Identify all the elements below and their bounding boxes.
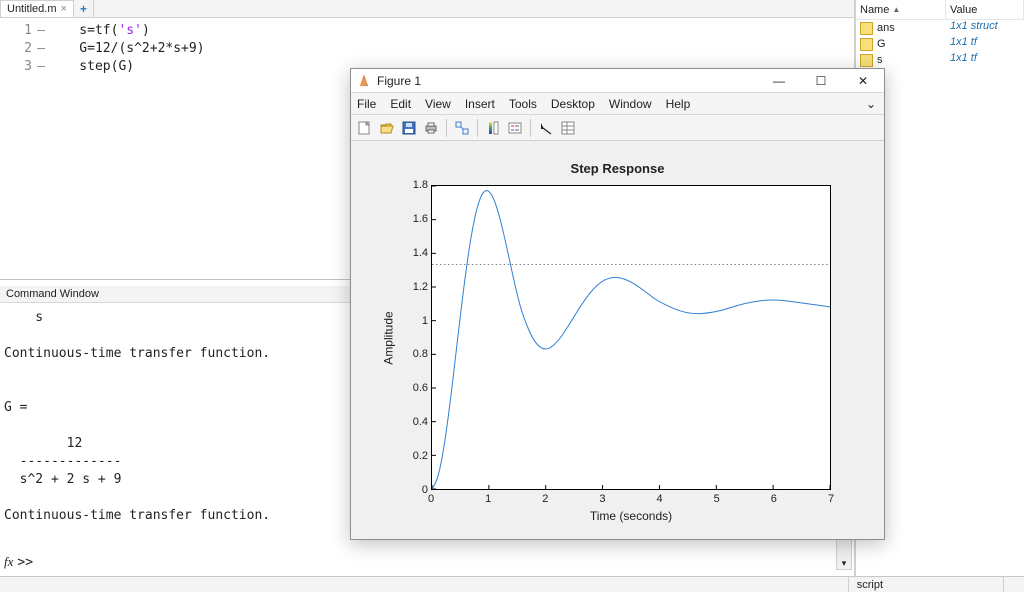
minimize-button[interactable]: — xyxy=(758,69,800,93)
menu-view[interactable]: View xyxy=(425,97,451,111)
y-tick-label: 0.6 xyxy=(413,382,428,394)
menu-window[interactable]: Window xyxy=(609,97,652,111)
line-number: 2 xyxy=(0,40,32,58)
sort-asc-icon: ▲ xyxy=(892,5,900,14)
x-tick-label: 4 xyxy=(657,493,663,505)
workspace-header: Name ▲ Value xyxy=(856,0,1024,20)
variable-name: ans xyxy=(877,22,895,34)
x-tick-label: 0 xyxy=(428,493,434,505)
y-tick-label: 1 xyxy=(422,315,428,327)
code-line[interactable]: s=tf('s') xyxy=(48,22,854,40)
editor-tab-label: Untitled.m xyxy=(7,3,57,15)
insert-colorbar-icon[interactable] xyxy=(483,118,503,138)
prompt-chevrons: >> xyxy=(17,555,33,570)
line-number: 3 xyxy=(0,58,32,76)
open-icon[interactable] xyxy=(377,118,397,138)
figure-titlebar[interactable]: Figure 1 — ☐ ✕ xyxy=(351,69,884,93)
y-axis-label: Amplitude xyxy=(381,185,397,490)
figure-canvas: Step Response Amplitude 0 0.2 0.4 0.6 0.8 1 1.… xyxy=(351,141,884,539)
save-icon[interactable] xyxy=(399,118,419,138)
figure-title: Figure 1 xyxy=(377,74,758,88)
toolbar-separator xyxy=(530,119,531,137)
toolbar-separator xyxy=(446,119,447,137)
toolbar-separator xyxy=(477,119,478,137)
workspace-row[interactable]: ans 1x1 struct xyxy=(856,20,1024,36)
figure-dropdown-icon[interactable]: ⌄ xyxy=(866,97,878,111)
menu-desktop[interactable]: Desktop xyxy=(551,97,595,111)
figure-menubar: File Edit View Insert Tools Desktop Window Help… xyxy=(351,93,884,115)
scroll-down-icon[interactable]: ▾ xyxy=(842,558,847,569)
x-tick-label: 3 xyxy=(599,493,605,505)
breakpoint-gutter[interactable]: – xyxy=(34,58,48,76)
close-tab-icon[interactable]: × xyxy=(61,3,67,15)
fx-icon: fx xyxy=(4,554,13,570)
new-tab-button[interactable]: + xyxy=(74,0,94,17)
variable-value: 1x1 tf xyxy=(946,36,1024,52)
link-axes-icon[interactable] xyxy=(452,118,472,138)
x-tick-label: 2 xyxy=(542,493,548,505)
figure-window[interactable]: Figure 1 — ☐ ✕ File Edit View Insert Tools De… xyxy=(350,68,885,540)
workspace-row[interactable]: G 1x1 tf xyxy=(856,36,1024,52)
workspace-col-value[interactable]: Value xyxy=(946,0,1024,19)
variable-name: G xyxy=(877,38,886,50)
edit-plot-icon[interactable] xyxy=(536,118,556,138)
workspace-col-name[interactable]: Name ▲ xyxy=(856,0,946,19)
status-bar: script xyxy=(0,576,1024,592)
status-mode: script xyxy=(848,577,1004,592)
editor-tabstrip: Untitled.m × + xyxy=(0,0,854,18)
maximize-button[interactable]: ☐ xyxy=(800,69,842,93)
editor-tab[interactable]: Untitled.m × xyxy=(0,0,74,17)
matlab-logo-icon xyxy=(357,74,371,88)
figure-toolbar xyxy=(351,115,884,141)
breakpoint-gutter[interactable]: – xyxy=(34,40,48,58)
y-tick-label: 1.4 xyxy=(413,247,428,259)
y-tick-label: 0.2 xyxy=(413,450,428,462)
menu-tools[interactable]: Tools xyxy=(509,97,537,111)
variable-icon xyxy=(860,54,873,67)
x-tick-label: 1 xyxy=(485,493,491,505)
plot-title: Step Response xyxy=(351,161,884,176)
workspace-row[interactable]: s 1x1 tf xyxy=(856,52,1024,68)
y-tick-label: 1.2 xyxy=(413,281,428,293)
x-tick-label: 5 xyxy=(714,493,720,505)
variable-value: 1x1 struct xyxy=(946,20,1024,36)
x-tick-label: 7 xyxy=(828,493,834,505)
variable-name: s xyxy=(877,54,883,66)
plot-area[interactable] xyxy=(431,185,831,490)
y-tick-label: 0.8 xyxy=(413,348,428,360)
menu-file[interactable]: File xyxy=(357,97,376,111)
menu-edit[interactable]: Edit xyxy=(390,97,411,111)
menu-insert[interactable]: Insert xyxy=(465,97,495,111)
insert-legend-icon[interactable] xyxy=(505,118,525,138)
y-tick-label: 0.4 xyxy=(413,416,428,428)
variable-icon xyxy=(860,22,873,35)
x-tick-label: 6 xyxy=(771,493,777,505)
print-icon[interactable] xyxy=(421,118,441,138)
breakpoint-gutter[interactable]: – xyxy=(34,22,48,40)
x-axis-label: Time (seconds) xyxy=(431,509,831,523)
close-button[interactable]: ✕ xyxy=(842,69,884,93)
variable-value: 1x1 tf xyxy=(946,52,1024,68)
variable-icon xyxy=(860,38,873,51)
property-inspector-icon[interactable] xyxy=(558,118,578,138)
command-prompt[interactable]: fx >> xyxy=(0,552,854,576)
line-number: 1 xyxy=(0,22,32,40)
y-tick-label: 1.6 xyxy=(413,213,428,225)
code-line[interactable]: G=12/(s^2+2*s+9) xyxy=(48,40,854,58)
y-tick-label: 1.8 xyxy=(413,179,428,191)
new-figure-icon[interactable] xyxy=(355,118,375,138)
menu-help[interactable]: Help xyxy=(666,97,691,111)
